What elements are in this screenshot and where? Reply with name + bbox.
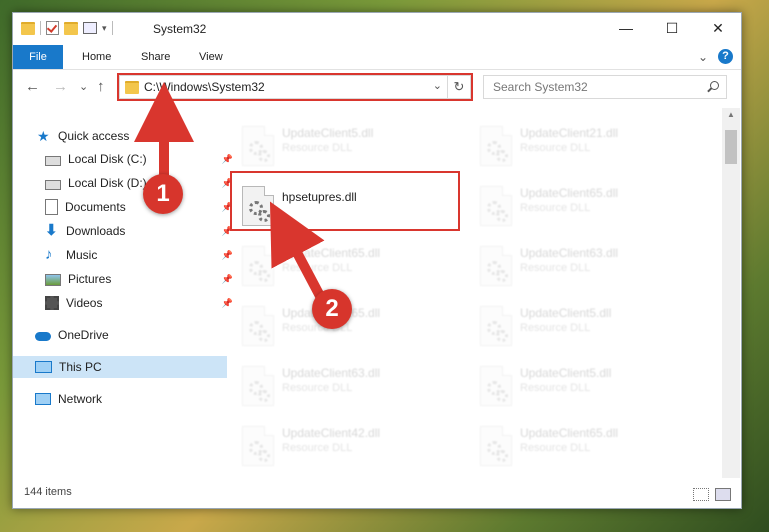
sidebar-item-pictures[interactable]: Pictures 📌 xyxy=(13,268,237,290)
properties-check-icon[interactable] xyxy=(46,21,59,35)
dll-file-icon xyxy=(480,186,512,226)
scroll-up-icon[interactable]: ▲ xyxy=(727,110,735,119)
dll-file-icon xyxy=(242,366,274,406)
toolbar-divider xyxy=(111,21,113,35)
list-item[interactable]: UpdateClient42.dll Resource DLL xyxy=(236,420,466,475)
customize-toolbar-icon[interactable] xyxy=(83,22,97,34)
address-highlight-box xyxy=(117,73,473,101)
file-explorer-window: ▾ System32 — ☐ ✕ File Home Share View ⌄ … xyxy=(12,12,742,509)
list-item[interactable]: UpdateClient63.dll Resource DLL xyxy=(474,240,704,295)
sidebar-item-documents[interactable]: Documents 📌 xyxy=(13,196,237,218)
file-list: UpdateClient5.dll Resource DLL hpsetupre… xyxy=(218,108,718,478)
help-icon[interactable]: ? xyxy=(718,49,733,64)
forward-button[interactable]: → xyxy=(53,78,68,95)
list-item[interactable]: UpdateClient5.dll Resource DLL xyxy=(474,300,704,355)
tab-home[interactable]: Home xyxy=(82,45,111,69)
file-highlight-box xyxy=(230,171,460,231)
dll-file-icon xyxy=(242,306,274,346)
sidebar-item-local-disk-c[interactable]: Local Disk (C:) 📌 xyxy=(13,148,237,170)
minimize-button[interactable]: — xyxy=(603,13,649,43)
back-button[interactable]: ← xyxy=(25,78,40,95)
new-folder-icon[interactable] xyxy=(64,21,78,35)
scrollbar-thumb[interactable] xyxy=(725,130,737,164)
navigation-pane: ★ Quick access Local Disk (C:) 📌 Local D… xyxy=(13,108,233,478)
dll-file-icon xyxy=(480,366,512,406)
sidebar-item-onedrive[interactable]: OneDrive xyxy=(13,324,227,346)
dll-file-icon xyxy=(242,246,274,286)
search-input[interactable]: Search System32 xyxy=(483,75,727,99)
dll-file-icon xyxy=(242,126,274,166)
step-2-badge: 2 xyxy=(312,289,352,329)
drive-icon xyxy=(45,156,61,166)
large-icons-view-icon[interactable] xyxy=(715,488,731,501)
maximize-button[interactable]: ☐ xyxy=(649,13,695,43)
downloads-icon: ⬇ xyxy=(45,222,58,239)
list-item[interactable]: UpdateClient65.dll Resource DLL xyxy=(236,240,466,295)
pictures-icon xyxy=(45,274,61,286)
list-item[interactable]: UpdateClient65.dll Resource DLL xyxy=(474,420,704,475)
vertical-scrollbar[interactable]: ▲ xyxy=(722,108,740,478)
ribbon-right-controls: ⌄ ? xyxy=(698,49,733,64)
details-view-icon[interactable] xyxy=(693,488,709,501)
sidebar-item-local-disk-d[interactable]: Local Disk (D:) 📌 xyxy=(13,172,237,194)
window-title: System32 xyxy=(153,22,207,36)
dll-file-icon xyxy=(480,246,512,286)
tab-view[interactable]: View xyxy=(199,45,223,69)
list-item[interactable]: UpdateClient63.dll Resource DLL xyxy=(236,360,466,415)
sidebar-item-quick-access[interactable]: ★ Quick access xyxy=(13,125,229,147)
window-controls: — ☐ ✕ xyxy=(603,13,741,43)
close-button[interactable]: ✕ xyxy=(695,13,741,43)
sidebar-item-downloads[interactable]: ⬇ Downloads 📌 xyxy=(13,220,237,242)
star-icon: ★ xyxy=(37,128,50,144)
onedrive-cloud-icon xyxy=(35,332,51,341)
drive-icon xyxy=(45,180,61,190)
folder-icon xyxy=(21,21,35,35)
sidebar-item-music[interactable]: ♪ Music 📌 xyxy=(13,244,237,266)
title-bar: ▾ System32 — ☐ ✕ xyxy=(13,13,741,45)
search-placeholder: Search System32 xyxy=(493,80,588,94)
videos-icon xyxy=(45,296,59,310)
dll-file-icon xyxy=(480,426,512,466)
expand-ribbon-icon[interactable]: ⌄ xyxy=(698,50,708,64)
list-item[interactable]: UpdateClient21.dll Resource DLL xyxy=(474,120,704,175)
item-count: 144 items xyxy=(24,486,72,498)
list-item[interactable]: UpdateClient65.dll Resource DLL xyxy=(474,180,704,235)
search-icon xyxy=(710,81,719,90)
tab-file[interactable]: File xyxy=(13,45,63,69)
up-button[interactable]: ↑ xyxy=(97,78,105,95)
tab-share[interactable]: Share xyxy=(141,45,170,69)
quick-access-toolbar: ▾ xyxy=(21,21,113,35)
computer-icon xyxy=(35,361,52,373)
dll-file-icon xyxy=(242,426,274,466)
sidebar-item-network[interactable]: Network xyxy=(13,388,227,410)
documents-icon xyxy=(45,199,58,215)
network-icon xyxy=(35,393,51,405)
music-icon: ♪ xyxy=(45,246,53,263)
dll-file-icon xyxy=(480,306,512,346)
toolbar-divider xyxy=(40,21,41,35)
recent-locations-button[interactable]: ⌄ xyxy=(79,80,88,93)
sidebar-item-videos[interactable]: Videos 📌 xyxy=(13,292,237,314)
list-item[interactable]: UpdateClient5.dll Resource DLL xyxy=(474,360,704,415)
step-1-badge: 1 xyxy=(143,174,183,214)
toolbar-dropdown-icon[interactable]: ▾ xyxy=(102,23,107,34)
list-item[interactable]: UpdateClient5.dll Resource DLL xyxy=(236,120,466,175)
ribbon-tabs: File Home Share View ⌄ ? xyxy=(13,45,741,70)
dll-file-icon xyxy=(480,126,512,166)
sidebar-item-this-pc[interactable]: This PC xyxy=(13,356,227,378)
status-bar: 144 items xyxy=(13,478,741,508)
